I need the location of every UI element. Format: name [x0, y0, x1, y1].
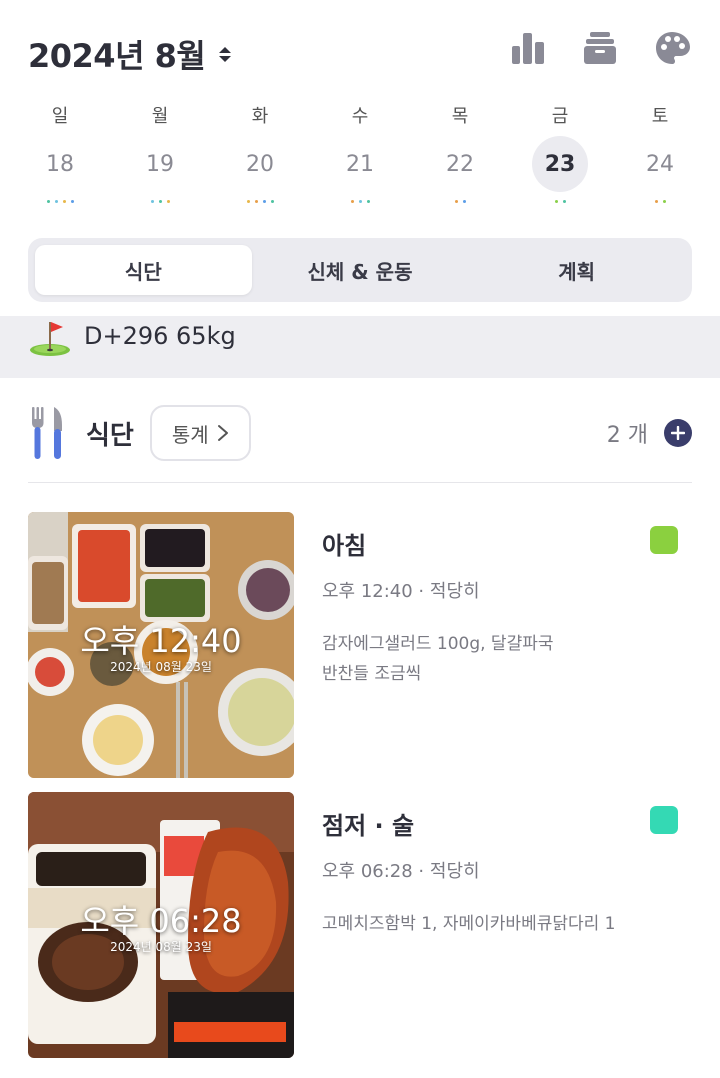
tab-diet[interactable]: 식단: [35, 245, 252, 295]
tab-plan[interactable]: 계획: [468, 245, 685, 295]
archive-box-icon[interactable]: [582, 30, 618, 66]
record-dot: [358, 200, 362, 203]
day-record-dots: [454, 200, 466, 206]
stats-button[interactable]: 통계: [149, 405, 251, 461]
record-dot: [158, 200, 162, 203]
record-dot: [554, 200, 558, 203]
day-number[interactable]: 23: [532, 136, 588, 192]
day-of-week-label: 월: [151, 106, 169, 127]
week-strip: 일 18 월 19 화 20 수 21 목 22 금 23 토 24: [10, 100, 710, 206]
meal-color-chip: [650, 526, 678, 554]
meal-count: 2 개: [606, 423, 648, 448]
record-dot: [350, 200, 354, 203]
day-18[interactable]: 일 18: [10, 100, 110, 206]
section-title: 식단: [86, 420, 134, 451]
day-number[interactable]: 19: [132, 136, 188, 192]
day-number[interactable]: 21: [332, 136, 388, 192]
day-of-week-label: 토: [651, 106, 669, 127]
fork-knife-icon: [28, 405, 68, 461]
day-record-dots: [350, 200, 370, 206]
record-dot: [70, 200, 74, 203]
day-record-dots: [554, 200, 566, 206]
plus-icon: [671, 426, 685, 440]
divider: [28, 482, 692, 483]
day-of-week-label: 목: [451, 106, 469, 127]
meal-name: 점저 · 술: [322, 812, 415, 840]
day-number[interactable]: 22: [432, 136, 488, 192]
meal-photo[interactable]: 오후 06:28 2024년 08월 23일: [28, 792, 294, 1058]
day-record-dots: [150, 200, 170, 206]
record-dot: [562, 200, 566, 203]
day-20[interactable]: 화 20: [210, 100, 310, 206]
month-title[interactable]: 2024년 8월: [28, 31, 206, 77]
day-of-week-label: 수: [351, 106, 369, 127]
photo-time-overlay: 오후 06:28: [80, 902, 242, 940]
tab-bar: 식단 신체 & 운동 계획: [28, 238, 692, 302]
record-dot: [150, 200, 154, 203]
tab-body-exercise[interactable]: 신체 & 운동: [252, 245, 469, 295]
day-number[interactable]: 18: [32, 136, 88, 192]
photo-date-overlay: 2024년 08월 23일: [110, 940, 212, 954]
meal-info: 아침 오후 12:40 · 적당히 감자에그샐러드 100g, 달걀파국 반찬들…: [294, 512, 692, 778]
day-of-week-label: 일: [51, 106, 69, 127]
day-number[interactable]: 24: [632, 136, 688, 192]
top-toolbar: [510, 30, 690, 66]
meal-name: 아침: [322, 532, 367, 560]
palette-icon[interactable]: [654, 30, 690, 66]
photo-time-overlay: 오후 12:40: [80, 622, 242, 660]
diet-section-header: 식단 통계 2 개: [28, 404, 692, 462]
record-dot: [166, 200, 170, 203]
day-21[interactable]: 수 21: [310, 100, 410, 206]
record-dot: [46, 200, 50, 203]
day-number[interactable]: 20: [232, 136, 288, 192]
day-record-dots: [246, 200, 274, 206]
month-header[interactable]: 2024년 8월: [28, 30, 232, 78]
record-dot: [262, 200, 266, 203]
record-dot: [462, 200, 466, 203]
month-switch-caret-icon[interactable]: [219, 46, 232, 62]
day-of-week-label: 금: [551, 106, 569, 127]
record-dot: [246, 200, 250, 203]
photo-date-overlay: 2024년 08월 23일: [110, 660, 212, 674]
chevron-right-icon: [217, 425, 228, 441]
day-record-dots: [46, 200, 74, 206]
record-dot: [54, 200, 58, 203]
record-dot: [662, 200, 666, 203]
meal-meta: 오후 06:28 · 적당히: [322, 861, 480, 882]
golf-flag-icon: [28, 318, 72, 358]
record-dot: [62, 200, 66, 203]
record-dot: [654, 200, 658, 203]
record-dot: [454, 200, 458, 203]
meal-photo[interactable]: 오후 12:40 2024년 08월 23일: [28, 512, 294, 778]
record-dot: [270, 200, 274, 203]
meal-description: 고메치즈함박 1, 자메이카바베큐닭다리 1: [322, 914, 616, 934]
meal-description: 감자에그샐러드 100g, 달걀파국 반찬들 조금씩: [322, 634, 554, 684]
day-22[interactable]: 목 22: [410, 100, 510, 206]
bar-chart-icon[interactable]: [510, 30, 546, 66]
stats-button-label: 통계: [171, 422, 209, 447]
day-record-dots: [654, 200, 666, 206]
day-23[interactable]: 금 23: [510, 100, 610, 206]
goal-banner[interactable]: D+296 65kg: [0, 316, 720, 378]
add-meal-button[interactable]: [664, 419, 692, 447]
meal-color-chip: [650, 806, 678, 834]
goal-text: D+296 65kg: [84, 322, 236, 350]
record-dot: [254, 200, 258, 203]
record-dot: [366, 200, 370, 203]
meal-card[interactable]: 오후 12:40 2024년 08월 23일 아침 오후 12:40 · 적당히…: [28, 512, 692, 778]
meal-meta: 오후 12:40 · 적당히: [322, 581, 480, 602]
meal-card[interactable]: 오후 06:28 2024년 08월 23일 점저 · 술 오후 06:28 ·…: [28, 792, 692, 1058]
meal-info: 점저 · 술 오후 06:28 · 적당히 고메치즈함박 1, 자메이카바베큐닭…: [294, 792, 692, 1058]
day-of-week-label: 화: [251, 106, 269, 127]
day-19[interactable]: 월 19: [110, 100, 210, 206]
day-24[interactable]: 토 24: [610, 100, 710, 206]
